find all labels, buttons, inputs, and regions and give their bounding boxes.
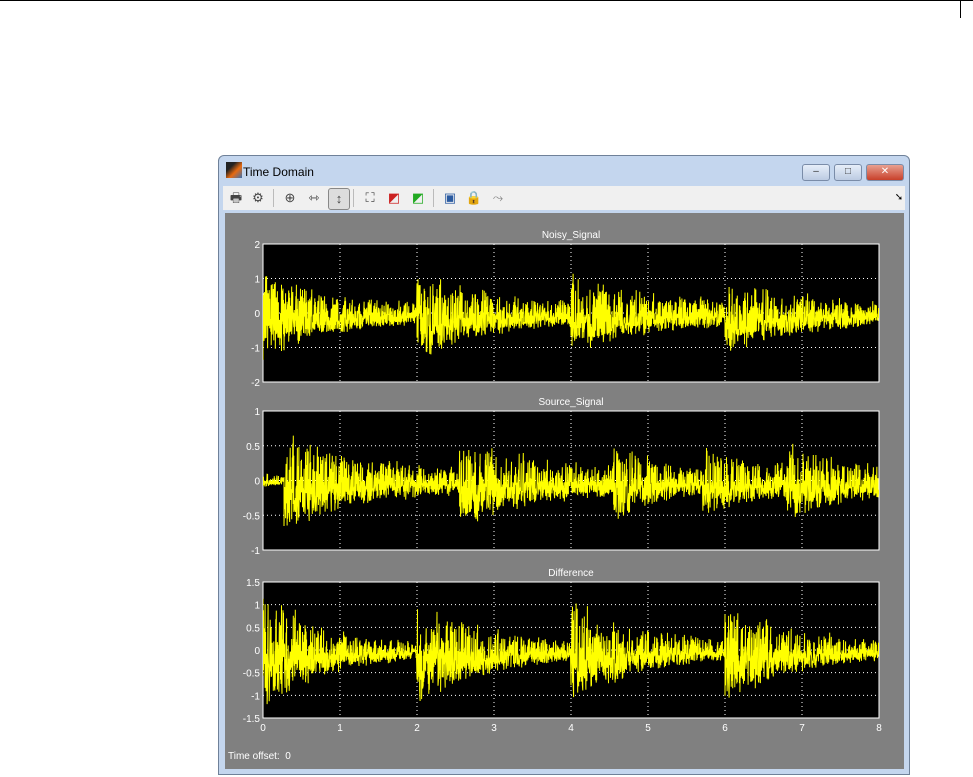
x-tick-label: 5 <box>645 723 651 734</box>
x-tick-label: 4 <box>568 723 574 734</box>
y-tick-label: 1 <box>254 601 260 612</box>
toolbar-separator <box>273 189 274 207</box>
zoom-y-icon[interactable]: ↕ <box>328 188 350 210</box>
maximize-button[interactable]: □ <box>834 164 862 181</box>
toolbar-separator <box>433 189 434 207</box>
y-tick-label: -0.5 <box>243 511 261 522</box>
highlight-block-icon[interactable]: ▣ <box>440 188 460 208</box>
y-tick-label: -1.5 <box>243 714 261 725</box>
x-tick-label: 6 <box>722 723 728 734</box>
scope-window: Time Domain – □ ✕ 🖶 ⚙ ⊕ ⇿ ↕ ⛶ ◩ ◩ ▣ 🔒 ⤳ … <box>218 155 910 775</box>
toolbar: 🖶 ⚙ ⊕ ⇿ ↕ ⛶ ◩ ◩ ▣ 🔒 ⤳ ➘ <box>223 186 905 210</box>
y-tick-label: -0.5 <box>243 669 261 680</box>
restore-axes-icon[interactable]: ◩ <box>408 188 428 208</box>
y-tick-label: -2 <box>251 378 260 389</box>
y-tick-label: 0.5 <box>246 623 260 634</box>
autoscale-icon[interactable]: ⛶ <box>360 188 380 208</box>
dock-arrow-icon[interactable]: ➘ <box>889 188 909 208</box>
toolbar-separator <box>353 189 354 207</box>
time-offset-value: 0 <box>285 751 291 762</box>
time-offset-label: Time offset: <box>228 751 280 762</box>
y-tick-label: 1.5 <box>246 578 260 589</box>
y-tick-label: 0.5 <box>246 442 260 453</box>
x-tick-label: 7 <box>799 723 805 734</box>
axes-title: Noisy_Signal <box>542 230 600 241</box>
x-tick-label: 1 <box>337 723 343 734</box>
y-tick-label: 1 <box>254 407 260 418</box>
y-tick-label: 0 <box>254 309 260 320</box>
parameters-gear-icon[interactable]: ⚙ <box>248 188 268 208</box>
save-axes-icon[interactable]: ◩ <box>384 188 404 208</box>
x-tick-label: 3 <box>491 723 497 734</box>
lock-icon[interactable]: 🔒 <box>464 188 484 208</box>
axes-noisy_signal: Noisy_Signal 2 1 0 -1 -2 <box>251 230 880 389</box>
y-tick-label: 0 <box>254 646 260 657</box>
y-tick-label: 2 <box>254 240 260 251</box>
axes-difference: Difference 0 1 2 3 4 5 6 7 8 1.5 1 0.5 0 -0.5 -1 -1.5 <box>243 568 882 734</box>
y-tick-label: -1 <box>251 344 260 355</box>
y-tick-label: -1 <box>251 691 260 702</box>
window-title: Time Domain <box>243 165 314 179</box>
matlab-logo-icon <box>226 162 242 178</box>
x-tick-label: 2 <box>414 723 420 734</box>
minimize-button[interactable]: – <box>802 164 830 181</box>
y-tick-label: 0 <box>254 477 260 488</box>
axes-title: Source_Signal <box>538 397 603 408</box>
axes-title: Difference <box>548 568 594 579</box>
axes-source_signal: Source_Signal 1 0.5 0 -0.5 -1 <box>243 397 880 557</box>
x-tick-label: 0 <box>260 723 266 734</box>
x-tick-label: 8 <box>876 723 882 734</box>
print-icon[interactable]: 🖶 <box>226 188 246 208</box>
page-rule <box>0 0 973 1</box>
plot-area: Noisy_Signal 2 1 0 -1 -2 Source_Signal 1 0.5 0 -0.… <box>225 213 904 769</box>
scope-plots: Noisy_Signal 2 1 0 -1 -2 Source_Signal 1 0.5 0 -0.… <box>243 230 882 734</box>
y-tick-label: 1 <box>254 275 260 286</box>
signal-selector-icon[interactable]: ⤳ <box>488 188 508 208</box>
zoom-x-icon[interactable]: ⇿ <box>304 188 324 208</box>
zoom-in-icon[interactable]: ⊕ <box>280 188 300 208</box>
y-tick-label: -1 <box>251 546 260 557</box>
page-rule-vertical <box>960 0 961 18</box>
time-offset: Time offset: 0 <box>228 751 291 762</box>
close-button[interactable]: ✕ <box>866 164 904 181</box>
